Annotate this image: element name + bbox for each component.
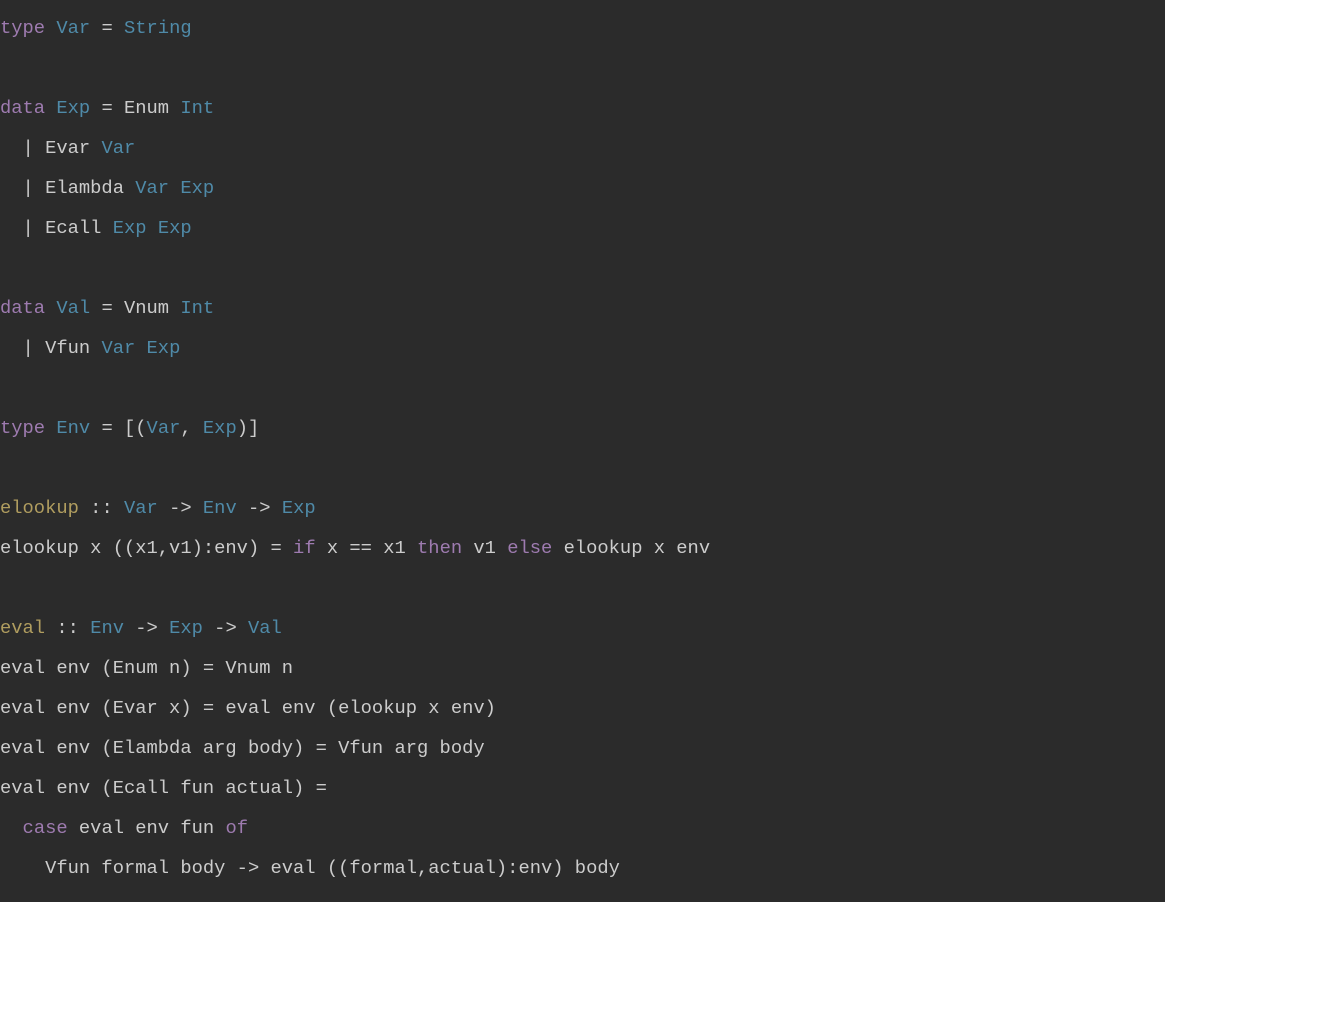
code-token: Exp — [147, 337, 181, 359]
code-token — [45, 417, 56, 439]
code-line: elookup x ((x1,v1):env) = if x == x1 the… — [0, 528, 1165, 568]
code-line: eval env (Evar x) = eval env (elookup x … — [0, 688, 1165, 728]
code-line: type Env = [(Var, Exp)] — [0, 408, 1165, 448]
code-line: eval env (Enum n) = Vnum n — [0, 648, 1165, 688]
code-line — [0, 368, 1165, 408]
code-token: Exp — [282, 497, 316, 519]
code-token: elookup x ((x1,v1):env) = — [0, 537, 293, 559]
code-line — [0, 568, 1165, 608]
code-token: of — [225, 817, 248, 839]
code-token: eval env (Evar x) = eval env (elookup x … — [0, 697, 496, 719]
code-token: Env — [56, 417, 90, 439]
code-token — [45, 97, 56, 119]
code-token — [45, 297, 56, 319]
code-token: Exp — [180, 177, 214, 199]
code-line — [0, 248, 1165, 288]
code-token: Int — [180, 297, 214, 319]
code-token: x == x1 — [316, 537, 417, 559]
code-line — [0, 448, 1165, 488]
code-line: Vfun formal body -> eval ((formal,actual… — [0, 848, 1165, 888]
code-line: | Vfun Var Exp — [0, 328, 1165, 368]
code-token: -> — [237, 497, 282, 519]
code-line: | Evar Var — [0, 128, 1165, 168]
code-token: eval — [0, 617, 45, 639]
code-token: Var — [135, 177, 169, 199]
code-token: | Vfun — [0, 337, 101, 359]
code-block: type Var = String data Exp = Enum Int | … — [0, 0, 1165, 902]
code-token: = — [90, 17, 124, 39]
code-token: Exp — [203, 417, 237, 439]
code-line: elookup :: Var -> Env -> Exp — [0, 488, 1165, 528]
code-token: Vfun formal body -> eval ((formal,actual… — [0, 857, 620, 879]
code-token: Var — [101, 137, 135, 159]
code-token: Exp — [169, 617, 203, 639]
code-token: data — [0, 97, 45, 119]
code-token: case — [23, 817, 68, 839]
code-token — [135, 337, 146, 359]
code-token: elookup x env — [552, 537, 710, 559]
code-token: :: — [79, 497, 124, 519]
code-token: = Vnum — [90, 297, 180, 319]
code-line: | Elambda Var Exp — [0, 168, 1165, 208]
code-token: Int — [180, 97, 214, 119]
code-token: -> — [158, 497, 203, 519]
code-token: -> — [124, 617, 169, 639]
code-token: data — [0, 297, 45, 319]
code-line: eval :: Env -> Exp -> Val — [0, 608, 1165, 648]
code-line: case eval env fun of — [0, 808, 1165, 848]
code-line: data Val = Vnum Int — [0, 288, 1165, 328]
code-token: Exp — [158, 217, 192, 239]
code-token: then — [417, 537, 462, 559]
code-token: Env — [90, 617, 124, 639]
code-token: | Elambda — [0, 177, 135, 199]
code-token: | Ecall — [0, 217, 113, 239]
code-line — [0, 48, 1165, 88]
code-token: = [( — [90, 417, 146, 439]
code-line: eval env (Ecall fun actual) = — [0, 768, 1165, 808]
code-token — [147, 217, 158, 239]
code-line: eval env (Elambda arg body) = Vfun arg b… — [0, 728, 1165, 768]
code-token — [169, 177, 180, 199]
code-token: eval env (Elambda arg body) = Vfun arg b… — [0, 737, 485, 759]
code-token: eval env (Ecall fun actual) = — [0, 777, 327, 799]
code-token: Var — [147, 417, 181, 439]
code-token: if — [293, 537, 316, 559]
code-token: )] — [237, 417, 260, 439]
code-token: = Enum — [90, 97, 180, 119]
code-token: -> — [203, 617, 248, 639]
code-token: eval env (Enum n) = Vnum n — [0, 657, 293, 679]
code-line: type Var = String — [0, 8, 1165, 48]
code-token — [0, 817, 23, 839]
code-token: Exp — [113, 217, 147, 239]
code-token: Var — [56, 17, 90, 39]
code-token: , — [180, 417, 203, 439]
code-token: | Evar — [0, 137, 101, 159]
code-token: Val — [56, 297, 90, 319]
code-token: elookup — [0, 497, 79, 519]
code-line: data Exp = Enum Int — [0, 88, 1165, 128]
code-token: :: — [45, 617, 90, 639]
code-token: Val — [248, 617, 282, 639]
code-token: Exp — [56, 97, 90, 119]
code-token: type — [0, 17, 45, 39]
code-token — [45, 17, 56, 39]
code-token: String — [124, 17, 192, 39]
code-token: Var — [124, 497, 158, 519]
code-token: v1 — [462, 537, 507, 559]
code-token: Var — [101, 337, 135, 359]
code-line: | Ecall Exp Exp — [0, 208, 1165, 248]
code-token: Env — [203, 497, 237, 519]
code-token: type — [0, 417, 45, 439]
code-token: eval env fun — [68, 817, 226, 839]
code-token: else — [507, 537, 552, 559]
